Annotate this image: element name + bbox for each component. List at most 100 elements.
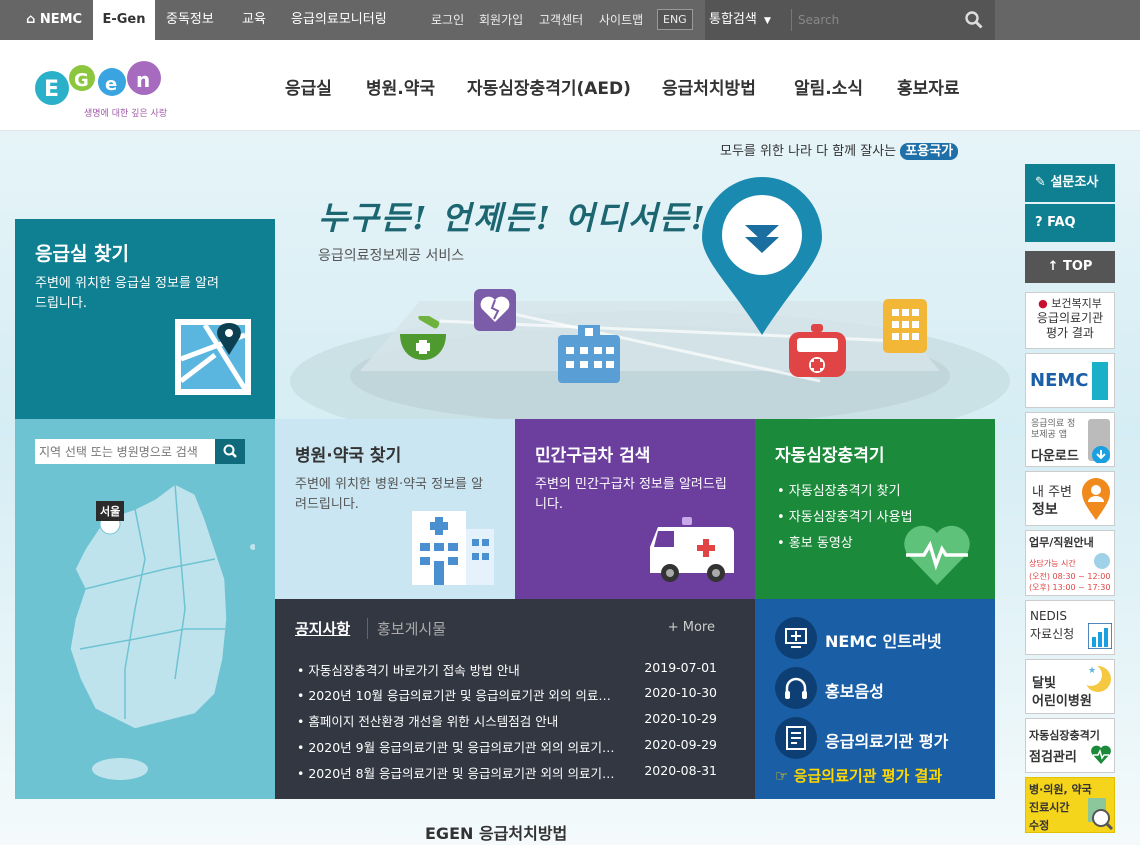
notice-title: • 2020년 8월 응급의료기관 및 응급의료기관 외의 의료기관 응급의료 … — [297, 766, 622, 781]
nedis-line1: NEDIS — [1030, 609, 1067, 623]
aed-usage-link[interactable]: • 자동심장충격기 사용법 — [777, 505, 913, 531]
home-icon: ⌂ — [26, 12, 36, 27]
slogan-text: 모두를 위한 나라 다 함께 잘사는 — [720, 144, 897, 159]
gnb-pr[interactable]: 홍보자료 — [897, 74, 960, 99]
guide-title: 업무/직원안내 — [1029, 536, 1094, 549]
aed-find-link[interactable]: • 자동심장충격기 찾기 — [777, 479, 913, 505]
signup-link[interactable]: 회원가입 — [479, 0, 523, 40]
nemc-logo-mark — [1092, 362, 1108, 400]
my-area-info-banner[interactable]: 내 주변 정보 — [1025, 471, 1115, 526]
egen-tab[interactable]: E-Gen — [93, 0, 155, 40]
evaluation-result-link[interactable]: ☞ 응급의료기관 평가 결과 — [775, 765, 942, 786]
chat-icon — [1094, 553, 1110, 569]
notice-title: • 자동심장충격기 바로가기 접속 방법 안내 — [297, 663, 520, 678]
customer-center-link[interactable]: 고객센터 — [539, 0, 583, 40]
egen-logo[interactable]: E G e n 생명에 대한 깊은 사랑 — [32, 58, 167, 120]
notice-title: • 2020년 9월 응급의료기관 및 응급의료기관 외의 의료기관 응급의료 … — [297, 740, 622, 755]
menu-monitoring[interactable]: 응급의료모니터링 — [291, 0, 387, 40]
er-finder-title: 응급실 찾기 — [35, 243, 130, 265]
notice-row[interactable]: • 2020년 9월 응급의료기관 및 응급의료기관 외의 의료기관 응급의료 … — [297, 737, 717, 755]
taegeuk-icon: ● — [1038, 297, 1048, 310]
menu-education[interactable]: 교육 — [242, 0, 266, 40]
mohw-text: 응급의료기관 평가 결과 — [1036, 311, 1104, 340]
monitor-icon — [775, 617, 817, 659]
nedis-line2: 자료신청 — [1030, 627, 1075, 641]
notice-date: 2019-07-01 — [644, 660, 717, 675]
more-link[interactable]: + More — [668, 620, 715, 635]
survey-button[interactable]: ✎ 설문조사 — [1025, 164, 1115, 202]
ambulance-icon — [650, 517, 734, 582]
guide-am: (오전) 08:30 ~ 12:00 — [1029, 572, 1111, 581]
gnb-notice[interactable]: 알림.소식 — [794, 74, 863, 99]
svg-text:G: G — [74, 70, 89, 91]
notice-row[interactable]: • 홈페이지 전산환경 개선을 위한 시스템점검 안내 2020-10-29 — [297, 711, 717, 729]
aed-tile-title: 자동심장충격기 — [775, 446, 885, 466]
private-ambulance-tile[interactable]: 민간구급차 검색 주변의 민간구급차 정보를 알려드립니다. — [515, 419, 755, 599]
hero-subtitle: 응급의료정보제공 서비스 — [318, 248, 465, 264]
mohw-evaluation-banner[interactable]: ● 보건복지부 응급의료기관 평가 결과 — [1025, 292, 1115, 349]
app-download-label: 다운로드 — [1031, 449, 1079, 464]
notice-board: 공지사항 홍보게시물 + More • 자동심장충격기 바로가기 접속 방법 안… — [275, 599, 755, 799]
eng-button[interactable]: ENG — [657, 9, 693, 30]
search-icon[interactable] — [965, 11, 983, 29]
aedcheck-line1: 자동심장충격기 — [1029, 729, 1100, 742]
mypos-line1: 내 주변 — [1032, 485, 1073, 500]
faq-button[interactable]: ? FAQ — [1025, 204, 1115, 242]
search-icon — [223, 444, 237, 458]
top-button[interactable]: ↑ TOP — [1025, 251, 1115, 283]
nedis-banner[interactable]: NEDIS 자료신청 — [1025, 600, 1115, 655]
er-finder-desc: 주변에 위치한 응급실 정보를 알려드립니다. — [35, 276, 219, 311]
chart-icon — [1088, 623, 1112, 649]
nemc-banner[interactable]: NEMC — [1025, 353, 1115, 408]
moon-children-hospital-banner[interactable]: 달빛 어린이병원 ★ — [1025, 659, 1115, 714]
nemc-intranet-label: NEMC 인트라넷 — [825, 632, 942, 651]
nemc-home-link[interactable]: ⌂ NEMC — [26, 0, 82, 40]
app-download-banner[interactable]: 응급의료 정보제공 앱 다운로드 — [1025, 412, 1115, 467]
tab-notice[interactable]: 공지사항 — [295, 618, 350, 639]
gnb-hospital[interactable]: 병원.약국 — [366, 74, 435, 99]
aed-tile[interactable]: 자동심장충격기 • 자동심장충격기 찾기 • 자동심장충격기 사용법 • 홍보 … — [755, 419, 995, 599]
clinic-hours-edit-banner[interactable]: 병·의원, 약국 진료시간 수정 — [1025, 777, 1115, 833]
er-search-button[interactable] — [215, 439, 245, 464]
hospital-pharmacy-tile[interactable]: 병원·약국 찾기 주변에 위치한 병원·약국 정보를 알려드립니다. — [275, 419, 515, 599]
slogan-badge: 포용국가 — [900, 143, 959, 160]
map-pin-icon — [702, 177, 822, 335]
notice-row[interactable]: • 2020년 8월 응급의료기관 및 응급의료기관 외의 의료기관 응급의료 … — [297, 763, 717, 781]
staff-guide-banner[interactable]: 업무/직원안내 상담가능 시간 (오전) 08:30 ~ 12:00 (오후) … — [1025, 530, 1115, 596]
notice-row[interactable]: • 자동심장충격기 바로가기 접속 방법 안내 2019-07-01 — [297, 660, 717, 678]
document-icon — [775, 717, 817, 759]
aed-video-link[interactable]: • 홍보 동영상 — [777, 531, 913, 557]
aed-check-banner[interactable]: 자동심장충격기 점검관리 — [1025, 718, 1115, 773]
hours-line3: 수정 — [1029, 819, 1050, 832]
svg-text:n: n — [136, 68, 150, 92]
gnb-er[interactable]: 응급실 — [285, 74, 332, 99]
survey-label: 설문조사 — [1050, 175, 1099, 190]
edit-icon: ✎ — [1035, 175, 1046, 190]
search-box — [785, 0, 995, 40]
er-search-input[interactable] — [35, 439, 215, 464]
tab-pr-posts[interactable]: 홍보게시물 — [367, 618, 446, 639]
login-link[interactable]: 로그인 — [431, 0, 464, 40]
notice-row[interactable]: • 2020년 10월 응급의료기관 및 응급의료기관 외의 의료기관 응급의료… — [297, 685, 717, 703]
mypos-line2: 정보 — [1032, 502, 1058, 518]
hospital-tile-desc: 주변에 위치한 병원·약국 정보를 알려드립니다. — [295, 477, 484, 512]
er-finder-box[interactable]: 응급실 찾기 주변에 위치한 응급실 정보를 알려드립니다. — [15, 219, 275, 428]
location-pin-icon — [1082, 478, 1110, 520]
ambulance-tile-title: 민간구급차 검색 — [535, 446, 651, 466]
korea-map[interactable] — [65, 479, 255, 789]
slogan: 모두를 위한 나라 다 함께 잘사는 포용국가 — [720, 140, 959, 160]
quick-links: NEMC 인트라넷 홍보음성 응급의료기관 평가 ☞ 응급의료기관 평가 결과 — [755, 599, 995, 799]
nemc-label: NEMC — [39, 12, 83, 27]
search-input[interactable] — [791, 9, 961, 31]
sitemap-link[interactable]: 사이트맵 — [599, 0, 643, 40]
gnb-first-aid[interactable]: 응급처치방법 — [662, 74, 756, 99]
gnb-aed[interactable]: 자동심장충격기(AED) — [467, 74, 631, 99]
moon-line1: 달빛 — [1032, 676, 1056, 691]
aed-link-list: • 자동심장충격기 찾기 • 자동심장충격기 사용법 • 홍보 동영상 — [777, 479, 913, 557]
search-scope-select[interactable]: 통합검색 ▼ — [705, 0, 785, 40]
pr-audio-label: 홍보음성 — [825, 682, 884, 701]
seoul-label[interactable]: 서울 — [96, 501, 125, 521]
menu-poison-info[interactable]: 중독정보 — [166, 0, 214, 40]
svg-text:e: e — [105, 74, 117, 95]
site-header: E G e n 생명에 대한 깊은 사랑 응급실 병원.약국 자동심장충격기(A… — [0, 40, 1140, 131]
